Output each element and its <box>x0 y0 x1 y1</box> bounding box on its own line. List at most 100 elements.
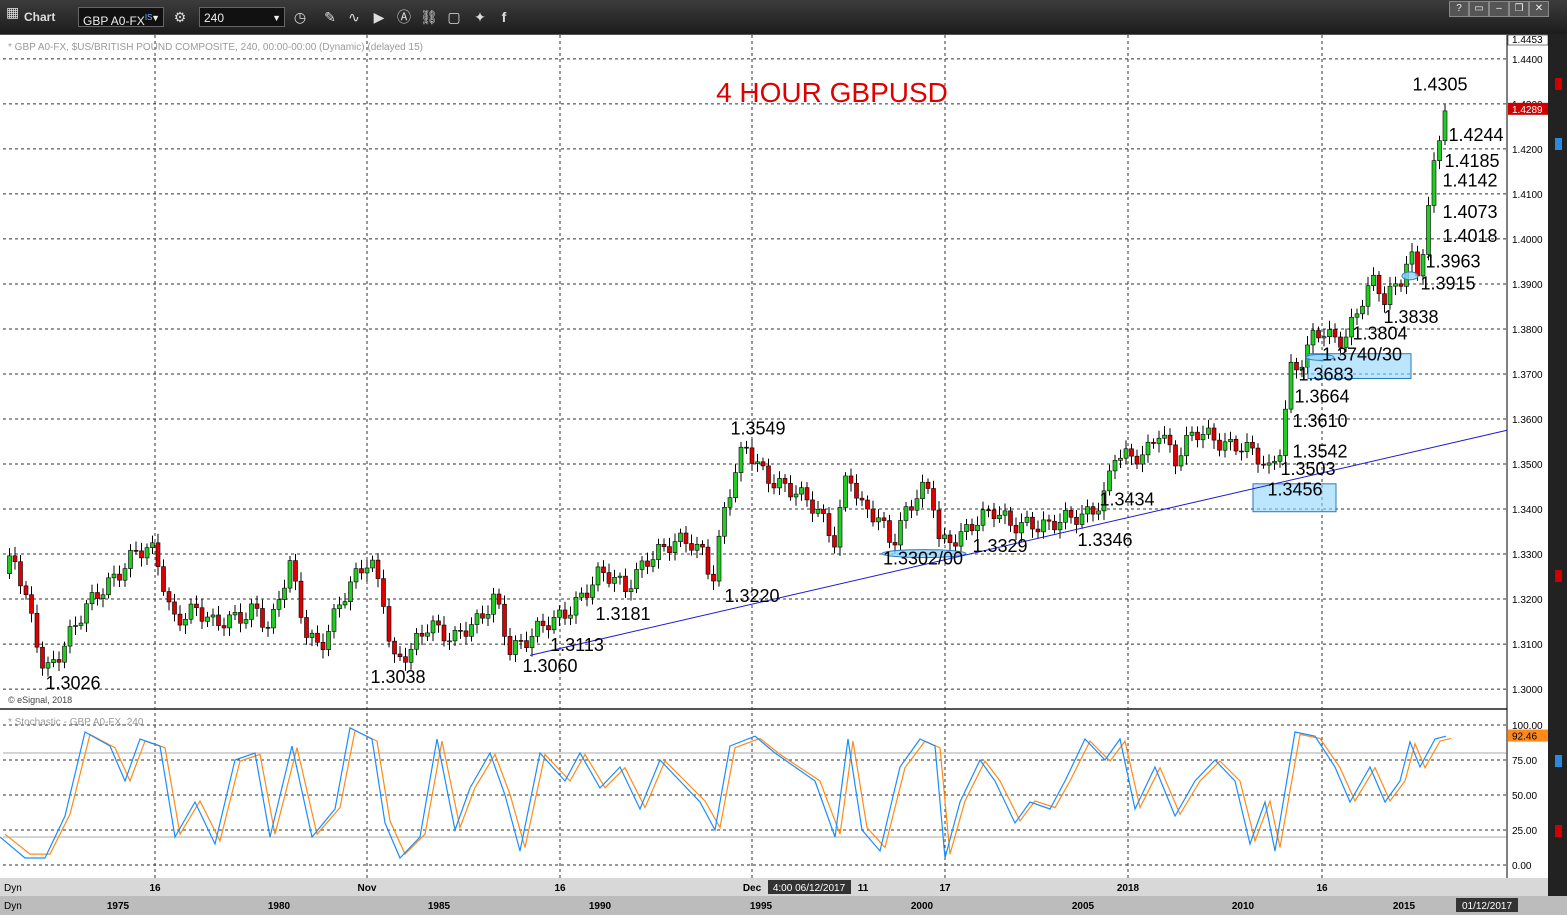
y-tick-label: 1.3000 <box>1512 685 1543 696</box>
candle <box>832 535 837 548</box>
candle <box>238 612 243 624</box>
price-annotation: 1.3038 <box>370 667 425 687</box>
candle <box>315 632 320 643</box>
candle <box>463 630 469 637</box>
candle <box>84 603 89 624</box>
candle <box>1266 462 1272 466</box>
support-ellipse <box>1401 271 1419 281</box>
candle <box>342 601 348 606</box>
candle <box>529 636 535 648</box>
y-tick-label: 1.4100 <box>1512 190 1543 201</box>
candle <box>711 573 716 582</box>
candle <box>95 592 100 599</box>
candle <box>67 626 73 647</box>
candle <box>386 606 392 642</box>
candle <box>1140 454 1145 465</box>
candle <box>309 632 315 638</box>
price-annotation: 1.3610 <box>1292 411 1347 431</box>
y-tick-label: 1.3200 <box>1512 595 1543 606</box>
candle <box>1090 506 1096 515</box>
price-annotation: 1.4142 <box>1442 170 1497 190</box>
candle <box>1415 251 1420 277</box>
candle <box>304 617 309 638</box>
candle <box>331 608 337 632</box>
candle <box>172 601 177 615</box>
candle <box>903 506 909 521</box>
candle <box>782 478 788 484</box>
candle <box>826 513 832 536</box>
candle <box>980 509 986 526</box>
candle <box>573 597 579 616</box>
side-marker <box>1555 570 1562 582</box>
price-annotation: 1.4244 <box>1448 125 1503 145</box>
candle <box>1002 510 1008 516</box>
candle <box>727 497 733 508</box>
price-annotation: 1.4018 <box>1442 226 1497 246</box>
price-annotation: 1.3963 <box>1425 251 1480 271</box>
candle <box>1371 274 1376 287</box>
candle <box>694 543 700 551</box>
candle <box>381 578 386 607</box>
candle <box>722 507 727 537</box>
candle <box>1244 441 1250 452</box>
candle <box>788 483 793 498</box>
dyn-label: Dyn <box>4 883 22 894</box>
candle <box>1167 434 1173 446</box>
candle <box>397 653 403 657</box>
candle <box>568 614 573 619</box>
price-annotation: 1.3329 <box>972 536 1027 556</box>
candle <box>595 566 601 586</box>
x-axis-label: 1985 <box>428 901 451 912</box>
candle <box>1239 450 1244 453</box>
y-tick-label: 1.3400 <box>1512 505 1543 516</box>
candle <box>513 640 518 655</box>
candle <box>337 604 342 610</box>
candle <box>1261 463 1266 466</box>
candle <box>452 630 458 642</box>
candle <box>1052 520 1057 531</box>
candle <box>287 560 293 589</box>
candle <box>62 645 67 663</box>
side-marker <box>1555 825 1562 837</box>
candle <box>502 603 507 637</box>
candle <box>821 509 826 514</box>
candle <box>667 546 672 553</box>
candle <box>920 481 925 500</box>
candle <box>936 509 942 540</box>
price-annotation: 1.3113 <box>550 635 604 655</box>
candle <box>249 603 254 620</box>
candle <box>216 614 221 626</box>
candle <box>969 524 975 531</box>
candle <box>1068 509 1074 518</box>
candle <box>931 488 936 511</box>
x-upper-label: 17 <box>939 883 951 894</box>
x-axis-label: 2015 <box>1393 901 1416 912</box>
crosshair-label: 4:00 06/12/2017 <box>773 883 846 894</box>
candle <box>1046 519 1052 522</box>
candle <box>1162 434 1167 439</box>
candle <box>1178 455 1184 467</box>
candle <box>799 487 804 495</box>
candle <box>1013 525 1019 534</box>
y-tick-label: 1.4200 <box>1512 145 1543 156</box>
candle <box>733 472 738 498</box>
candle <box>166 591 172 603</box>
candle <box>1272 460 1277 464</box>
candle <box>672 541 678 553</box>
candle <box>628 588 634 593</box>
chart-header-info: * GBP A0-FX, $US/BRITISH POUND COMPOSITE… <box>8 42 423 53</box>
candle <box>18 561 23 587</box>
x-upper-label: Nov <box>358 883 377 894</box>
candle <box>1332 329 1338 338</box>
candle <box>1376 274 1382 294</box>
candle <box>485 613 491 619</box>
watermark: © eSignal, 2018 <box>8 695 72 705</box>
price-annotation: 1.3026 <box>45 673 100 693</box>
candle <box>1228 438 1233 443</box>
candle <box>122 568 128 581</box>
candle <box>430 620 436 634</box>
candle <box>1096 510 1101 515</box>
y-tick-label: 1.3800 <box>1512 325 1543 336</box>
candle <box>865 499 870 510</box>
candle <box>491 593 496 615</box>
